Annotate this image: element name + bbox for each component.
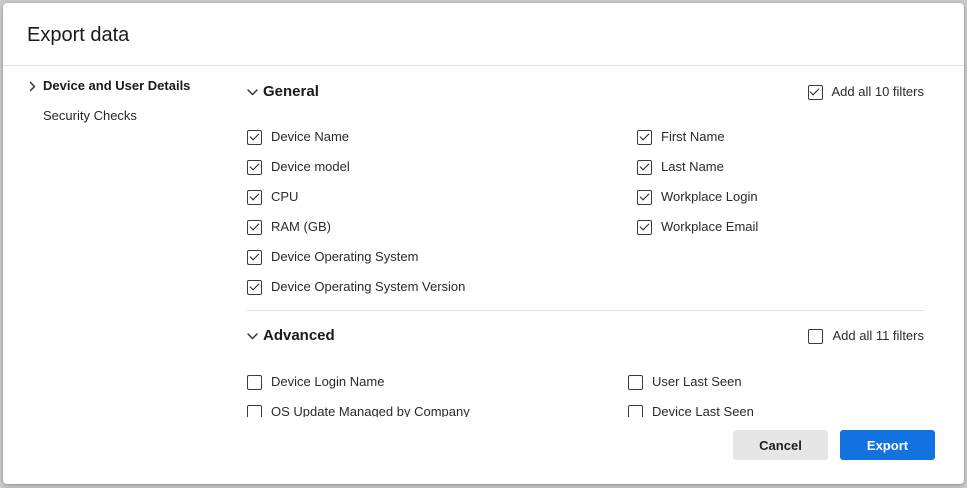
filter-device-name-checkbox[interactable]	[247, 129, 262, 145]
section-title[interactable]: Advanced	[263, 326, 335, 346]
filter-last-name[interactable]: Last Name	[637, 152, 758, 182]
dialog-body: Device and User Details Security Checks …	[3, 66, 964, 417]
sidebar-item-device-and-user-details[interactable]: Device and User Details	[29, 71, 247, 101]
add-all-advanced-filters[interactable]: Add all 11 filters	[808, 324, 924, 348]
add-all-advanced-label[interactable]: Add all 11 filters	[832, 328, 924, 344]
filter-column: Device Login Name OS Update Managed by C…	[247, 367, 628, 417]
filter-device-last-seen[interactable]: Device Last Seen	[628, 397, 754, 417]
section-header: General Add all 10 filters	[247, 80, 924, 104]
add-all-general-label[interactable]: Add all 10 filters	[832, 84, 925, 100]
dialog-title: Export data	[27, 24, 130, 46]
filter-device-last-seen-label[interactable]: Device Last Seen	[652, 404, 754, 417]
filter-column: First Name Last Name Workplace Login Wor…	[637, 122, 758, 302]
section-title[interactable]: General	[263, 82, 319, 102]
export-button[interactable]: Export	[840, 430, 935, 460]
section-general: General Add all 10 filters Device Name D…	[247, 80, 924, 311]
filter-workplace-login-label[interactable]: Workplace Login	[661, 189, 758, 205]
filter-last-name-label[interactable]: Last Name	[661, 159, 724, 175]
filter-user-last-seen-checkbox[interactable]	[628, 374, 643, 390]
export-data-dialog: Export data Device and User Details Secu…	[3, 3, 964, 484]
filter-first-name-checkbox[interactable]	[637, 129, 652, 145]
sidebar-item-label[interactable]: Device and User Details	[43, 78, 190, 94]
chevron-right-icon[interactable]	[29, 81, 43, 92]
filter-device-model-label[interactable]: Device model	[271, 159, 350, 175]
dialog-header: Export data	[3, 3, 964, 66]
filter-cpu-checkbox[interactable]	[247, 189, 262, 205]
filter-os-update-managed-by-company-checkbox[interactable]	[247, 404, 262, 417]
section-header: Advanced Add all 11 filters	[247, 324, 924, 348]
sidebar-item-label[interactable]: Security Checks	[43, 108, 137, 124]
filter-device-operating-system-version-label[interactable]: Device Operating System Version	[271, 279, 465, 295]
filter-first-name-label[interactable]: First Name	[661, 129, 725, 145]
filter-workplace-login[interactable]: Workplace Login	[637, 182, 758, 212]
filter-workplace-email-label[interactable]: Workplace Email	[661, 219, 758, 235]
dialog-footer: Cancel Export	[3, 417, 964, 484]
filter-column: Device Name Device model CPU RAM (GB) De…	[247, 122, 637, 302]
filter-ram[interactable]: RAM (GB)	[247, 212, 637, 242]
filter-workplace-login-checkbox[interactable]	[637, 189, 652, 205]
filter-device-login-name-label[interactable]: Device Login Name	[271, 374, 384, 390]
filter-os-update-managed-by-company[interactable]: OS Update Managed by Company	[247, 397, 628, 417]
filter-device-operating-system-version[interactable]: Device Operating System Version	[247, 272, 637, 302]
filter-device-model-checkbox[interactable]	[247, 159, 262, 175]
filter-cpu[interactable]: CPU	[247, 182, 637, 212]
filter-device-name-label[interactable]: Device Name	[271, 129, 349, 145]
add-all-advanced-checkbox[interactable]	[808, 328, 824, 344]
filter-last-name-checkbox[interactable]	[637, 159, 652, 175]
filter-user-last-seen[interactable]: User Last Seen	[628, 367, 754, 397]
filter-user-last-seen-label[interactable]: User Last Seen	[652, 374, 742, 390]
sidebar-item-security-checks[interactable]: Security Checks	[29, 101, 247, 131]
filter-device-operating-system-checkbox[interactable]	[247, 249, 262, 265]
filter-device-operating-system[interactable]: Device Operating System	[247, 242, 637, 272]
filter-os-update-managed-by-company-label[interactable]: OS Update Managed by Company	[271, 404, 470, 417]
filter-ram-label[interactable]: RAM (GB)	[271, 219, 331, 235]
add-all-general-filters[interactable]: Add all 10 filters	[807, 80, 925, 104]
filter-device-operating-system-version-checkbox[interactable]	[247, 279, 262, 295]
filter-device-model[interactable]: Device model	[247, 152, 637, 182]
filter-device-operating-system-label[interactable]: Device Operating System	[271, 249, 418, 265]
general-filter-list: Device Name Device model CPU RAM (GB) De…	[247, 122, 924, 302]
filter-first-name[interactable]: First Name	[637, 122, 758, 152]
filter-ram-checkbox[interactable]	[247, 219, 262, 235]
advanced-filter-list: Device Login Name OS Update Managed by C…	[247, 367, 924, 417]
section-toggle-general[interactable]: General	[247, 80, 319, 104]
filters-scroll-area[interactable]: General Add all 10 filters Device Name D…	[247, 66, 964, 417]
section-toggle-advanced[interactable]: Advanced	[247, 324, 335, 348]
category-sidebar: Device and User Details Security Checks	[3, 66, 247, 417]
filter-cpu-label[interactable]: CPU	[271, 189, 298, 205]
add-all-general-checkbox[interactable]	[807, 84, 823, 100]
chevron-down-icon[interactable]	[247, 88, 258, 96]
filter-device-last-seen-checkbox[interactable]	[628, 404, 643, 417]
filter-device-login-name[interactable]: Device Login Name	[247, 367, 628, 397]
chevron-down-icon[interactable]	[247, 332, 258, 340]
filter-column: User Last Seen Device Last Seen	[628, 367, 754, 417]
section-advanced: Advanced Add all 11 filters Device Login…	[247, 324, 924, 417]
cancel-button[interactable]: Cancel	[733, 430, 828, 460]
filter-workplace-email[interactable]: Workplace Email	[637, 212, 758, 242]
filter-workplace-email-checkbox[interactable]	[637, 219, 652, 235]
filter-device-login-name-checkbox[interactable]	[247, 374, 262, 390]
filter-device-name[interactable]: Device Name	[247, 122, 637, 152]
